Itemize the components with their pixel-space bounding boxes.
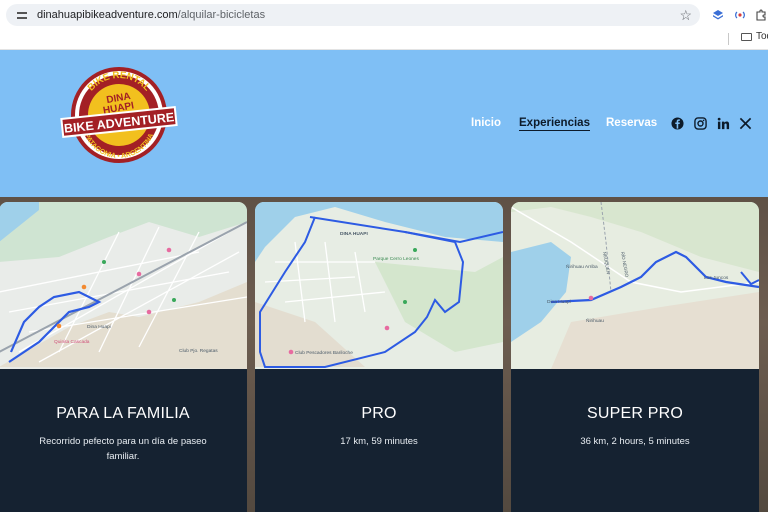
card-description: 17 km, 59 minutes xyxy=(340,436,418,447)
site-header: BIKE RENTAL PATAGONIA • ARGENTINA DINA H… xyxy=(0,50,768,197)
map-label: Club Pjo. Regatas xyxy=(179,348,218,354)
browser-chrome: dinahuapibikeadventure.com/alquilar-bici… xyxy=(0,0,768,50)
map-label: Parque Cerro Leones xyxy=(373,256,419,262)
map-label: Ñirihuau xyxy=(586,317,604,324)
site-settings-icon[interactable] xyxy=(16,9,28,21)
map-label: Dina Huapi xyxy=(87,324,111,330)
map-label: Dina Huapi xyxy=(547,299,571,305)
bookmark-star-icon[interactable]: ☆ xyxy=(679,7,692,23)
linkedin-icon[interactable] xyxy=(717,117,730,130)
extensions-puzzle-icon[interactable] xyxy=(755,9,767,21)
nav-item-reservas[interactable]: Reservas xyxy=(606,117,657,129)
card-title: PRO xyxy=(361,405,397,422)
card-description: Recorrido pefecto para un día de paseo f… xyxy=(39,436,207,462)
route-map-pro[interactable]: DINA HUAPI Parque Cerro Leones Club Pesc… xyxy=(255,202,503,369)
facebook-icon[interactable] xyxy=(671,117,684,130)
extension-icon[interactable] xyxy=(712,9,724,21)
bookmarks-bar: Tod xyxy=(0,28,768,50)
card-title: SUPER PRO xyxy=(586,405,684,422)
nav-item-experiencias[interactable]: Experiencias xyxy=(519,117,590,131)
map-label: Club Pescadores Bariloche xyxy=(295,350,353,356)
route-map-familia[interactable]: Dina Huapi Quinita Cascada Club Pjo. Reg… xyxy=(0,202,247,369)
url-text[interactable]: dinahuapibikeadventure.com/alquilar-bici… xyxy=(37,9,265,21)
experience-card-pro[interactable]: DINA HUAPI Parque Cerro Leones Club Pesc… xyxy=(255,202,503,512)
card-title: PARA LA FAMILIA xyxy=(56,405,190,422)
bookmark-folder-label[interactable]: Tod xyxy=(756,31,768,42)
map-label: DINA HUAPI xyxy=(340,231,368,237)
experience-card-familia[interactable]: Dina Huapi Quinita Cascada Club Pjo. Reg… xyxy=(0,202,247,512)
bookmarks-separator xyxy=(728,33,729,45)
map-label: Ñirihuau Arriba xyxy=(566,263,598,270)
x-icon[interactable] xyxy=(739,117,752,130)
folder-icon[interactable] xyxy=(741,33,752,41)
address-bar[interactable]: dinahuapibikeadventure.com/alquilar-bici… xyxy=(6,4,700,26)
site-logo[interactable]: BIKE RENTAL PATAGONIA • ARGENTINA DINA H… xyxy=(60,65,178,165)
card-description: 36 km, 2 hours, 5 minutes xyxy=(580,436,690,447)
nav-item-inicio[interactable]: Inicio xyxy=(471,117,501,129)
route-map-super-pro[interactable]: Ñirihuau Arriba NEUQUEN RÍO NEGRO Los Ju… xyxy=(511,202,759,369)
map-label: Los Juncos xyxy=(704,275,729,281)
instagram-icon[interactable] xyxy=(694,117,707,130)
experiences-section: Dina Huapi Quinita Cascada Club Pjo. Reg… xyxy=(0,197,768,512)
map-label: Quinita Cascada xyxy=(54,339,90,345)
broadcast-icon[interactable] xyxy=(734,9,746,21)
experience-card-super-pro[interactable]: Ñirihuau Arriba NEUQUEN RÍO NEGRO Los Ju… xyxy=(511,202,759,512)
main-nav: Inicio Experiencias Reservas xyxy=(0,117,768,137)
